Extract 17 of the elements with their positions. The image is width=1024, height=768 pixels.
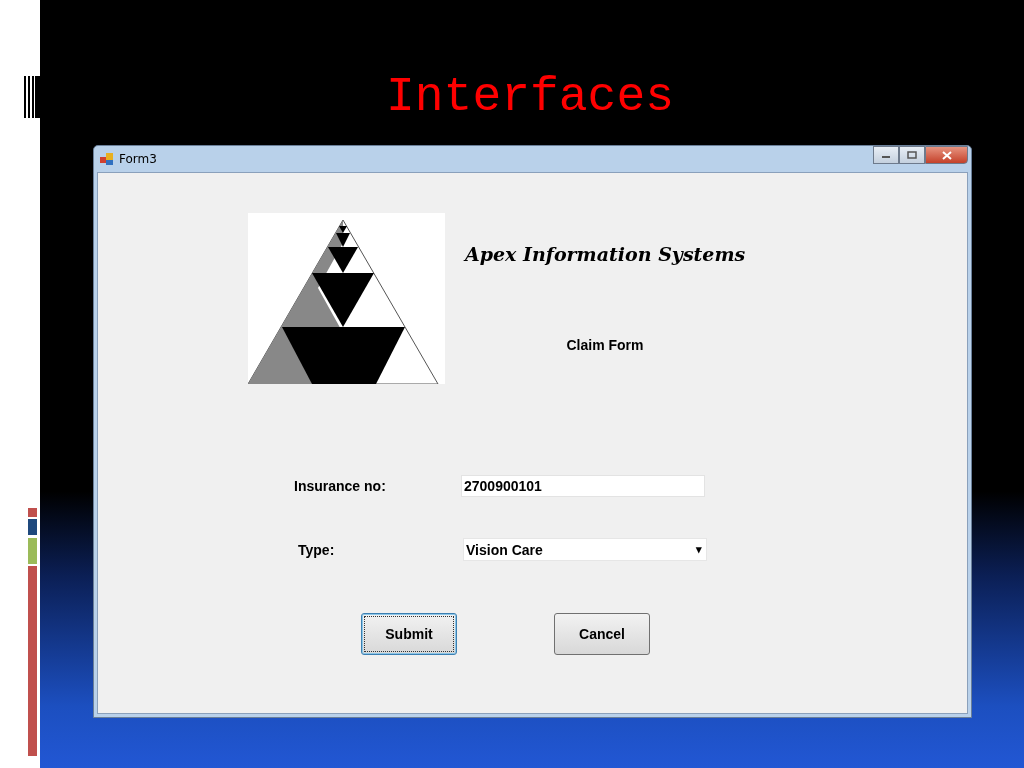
close-icon: [941, 150, 952, 160]
field-label: Insurance no:: [294, 477, 387, 494]
company-name: Apex Information Systems: [465, 243, 745, 265]
close-button[interactable]: [925, 146, 968, 164]
submit-button[interactable]: Submit: [361, 613, 457, 655]
window-title: Form3: [119, 152, 157, 166]
insurance-number-field[interactable]: 2700900101: [461, 474, 705, 497]
app-icon: [100, 153, 114, 165]
type-dropdown[interactable]: Vision Care ▾: [463, 538, 707, 561]
stripes-icon: [24, 76, 40, 118]
form-heading: Claim Form: [565, 337, 645, 353]
maximize-icon: [907, 151, 917, 159]
cancel-button[interactable]: Cancel: [554, 613, 650, 655]
field-label: Type:: [297, 541, 336, 558]
minimize-button[interactable]: [873, 146, 899, 164]
slide-title: Interfaces: [385, 70, 674, 125]
maximize-button[interactable]: [899, 146, 925, 164]
